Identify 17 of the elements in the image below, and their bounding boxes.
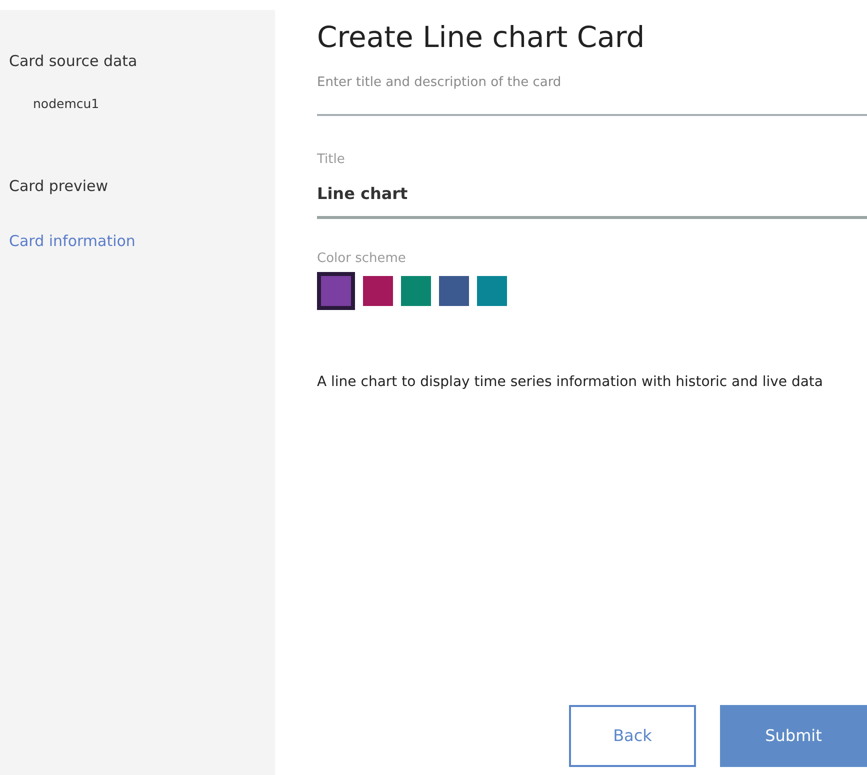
color-swatch[interactable] [317,272,355,310]
submit-button[interactable]: Submit [720,705,867,767]
sidebar-item[interactable]: Card preview [9,175,108,198]
card-description: A line chart to display time series information with historic and live data [317,373,824,392]
back-button[interactable]: Back [569,705,696,767]
page-subtitle: Enter title and description of the card [317,74,562,92]
sidebar-item[interactable]: nodemcu1 [9,94,100,114]
title-field[interactable]: Line chart [317,170,867,219]
color-swatch[interactable] [401,276,431,306]
color-swatch[interactable] [363,276,393,306]
field-label: Title [317,151,346,170]
color-swatch[interactable] [477,276,507,306]
color-swatch[interactable] [439,276,469,306]
field-label: Color scheme [317,250,407,268]
sidebar-item[interactable]: Card information [9,230,136,252]
page-title: Create Line chart Card [317,20,646,55]
sidebar-item[interactable]: Card source data [9,50,138,72]
